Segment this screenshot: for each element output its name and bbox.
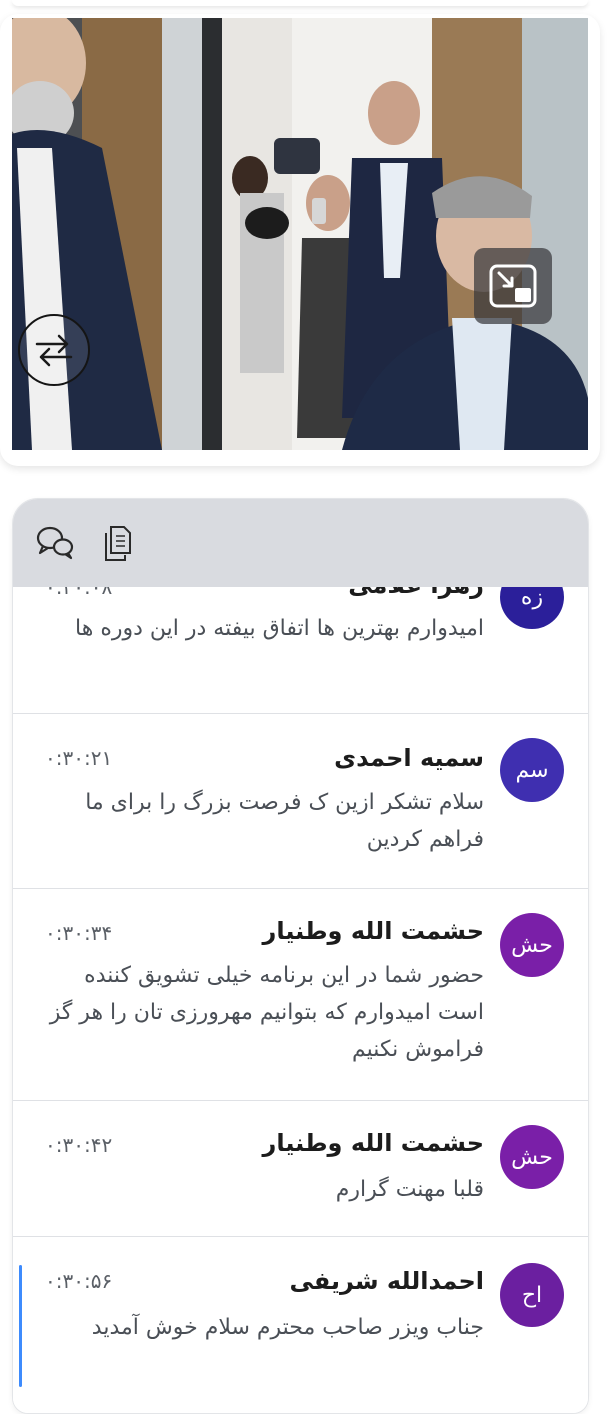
message-time: ۰:۳۰:۳۴	[45, 921, 113, 945]
chat-tab-button[interactable]	[35, 523, 75, 563]
chat-bubbles-icon	[36, 526, 74, 560]
avatar[interactable]: سم	[500, 738, 564, 802]
sender-name: احمدالله شریفی	[289, 1267, 484, 1295]
message-time: ۰:۳۰:۴۲	[45, 1133, 113, 1157]
chat-panel: زه زهرا علامی ۰:۳۰:۰۸ امیدوارم بهترین ها…	[12, 498, 589, 1414]
chat-message: حش حشمت الله وطنیار ۰:۳۰:۴۲ قلبا مهنت گر…	[13, 1101, 588, 1237]
chat-message: سم سمیه احمدی ۰:۳۰:۲۱ سلام تشکر ازین ک ف…	[13, 714, 588, 889]
swap-camera-button[interactable]	[18, 314, 90, 386]
video-player[interactable]	[12, 18, 588, 450]
sender-name: زهرا علامی	[348, 587, 484, 599]
highlight-indicator	[19, 1265, 22, 1387]
message-time: ۰:۳۰:۲۱	[45, 746, 113, 770]
message-text: امیدوارم بهترین ها اتفاق بیفته در این دو…	[75, 616, 484, 641]
chat-message: حش حشمت الله وطنیار ۰:۳۰:۳۴ حضور شما در …	[13, 889, 588, 1101]
copy-icon	[105, 526, 131, 561]
avatar[interactable]: زه	[500, 587, 564, 629]
swap-camera-icon	[35, 334, 73, 367]
avatar[interactable]: حش	[500, 913, 564, 977]
sender-name: حشمت الله وطنیار	[262, 1129, 484, 1157]
message-text: قلبا مهنت گرارم	[335, 1177, 484, 1202]
video-frame	[12, 18, 588, 450]
chat-message: زه زهرا علامی ۰:۳۰:۰۸ امیدوارم بهترین ها…	[13, 587, 588, 714]
avatar[interactable]: اح	[500, 1263, 564, 1327]
message-text: حضور شما در این برنامه خیلی تشویق کننده …	[49, 963, 484, 1062]
previous-card-edge	[12, 0, 588, 6]
message-time: ۰:۳۰:۰۸	[45, 587, 113, 599]
message-list[interactable]: زه زهرا علامی ۰:۳۰:۰۸ امیدوارم بهترین ها…	[13, 587, 588, 1413]
message-text: سلام تشکر ازین ک فرصت بزرگ را برای ما فر…	[85, 790, 484, 852]
chat-message-highlighted: اح احمدالله شریفی ۰:۳۰:۵۶ جناب ویزر صاحب…	[13, 1237, 588, 1413]
sender-name: سمیه احمدی	[334, 744, 484, 772]
video-card	[0, 14, 600, 466]
message-time: ۰:۳۰:۵۶	[45, 1269, 113, 1293]
avatar[interactable]: حش	[500, 1125, 564, 1189]
sender-name: حشمت الله وطنیار	[262, 917, 484, 945]
picture-in-picture-icon	[489, 264, 537, 308]
message-text: جناب ویزر صاحب محترم سلام خوش آمدید	[91, 1315, 484, 1340]
picture-in-picture-button[interactable]	[474, 248, 552, 324]
chat-toolbar	[13, 499, 588, 587]
copy-button[interactable]	[99, 523, 139, 563]
